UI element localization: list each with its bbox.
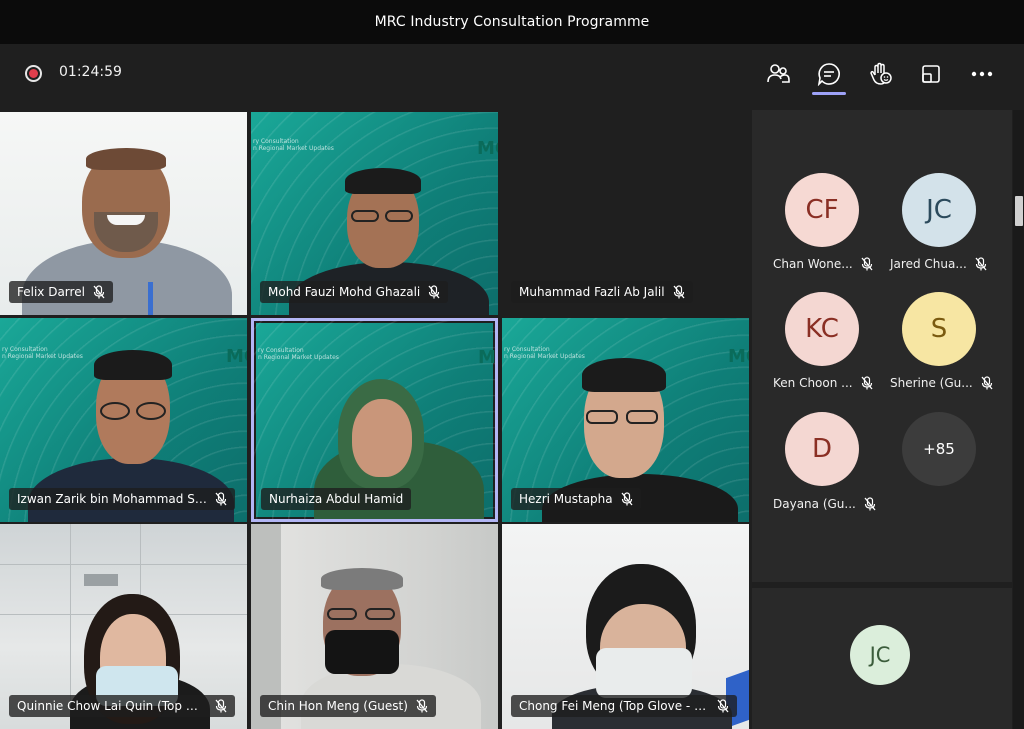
video-tile[interactable]: ry Consultation n Regional Market Updates… (502, 318, 749, 522)
participant-name-tag: Quinnie Chow Lai Quin (Top Gl... (9, 695, 235, 717)
participant-name: Hezri Mustapha (519, 492, 613, 506)
video-grid: Felix Darrel ry Consultation n Regional M… (0, 110, 752, 729)
chat-active-indicator (812, 92, 846, 95)
mic-muted-icon (981, 376, 993, 390)
mic-muted-icon (215, 492, 227, 506)
avatar-label: Chan Wone... (773, 257, 873, 271)
mic-muted-icon (673, 285, 685, 299)
participant-name-tag: Felix Darrel (9, 281, 113, 303)
background-caption: ry Consultation n Regional Market Updates (258, 347, 339, 361)
mic-muted-icon (416, 699, 428, 713)
participant-avatar[interactable]: CF (785, 173, 859, 247)
mic-muted-icon (975, 257, 987, 271)
participant-name-tag: Hezri Mustapha (511, 488, 641, 510)
video-tile[interactable]: Muhammad Fazli Ab Jalil (502, 112, 749, 315)
avatar-label: Dayana (Gu... (773, 497, 876, 511)
chat-icon[interactable] (815, 60, 843, 88)
raise-hand-icon[interactable] (866, 60, 894, 88)
video-tile[interactable]: ry Consultation n Regional Market Updates… (251, 112, 498, 315)
participant-name: Quinnie Chow Lai Quin (Top Gl... (17, 699, 207, 713)
more-participants-count: +85 (923, 440, 955, 458)
mic-muted-icon (215, 699, 227, 713)
video-tile-active-speaker[interactable]: ry Consultation n Regional Market Updates… (251, 318, 498, 522)
mic-muted-icon (93, 285, 105, 299)
avatar-label: Sherine (Gu... (890, 376, 993, 390)
background-brand-mark: MC (226, 346, 247, 367)
participant-name-tag: Muhammad Fazli Ab Jalil (511, 281, 693, 303)
participant-name: Nurhaiza Abdul Hamid (269, 492, 404, 506)
share-tray-icon[interactable] (917, 60, 945, 88)
mic-muted-icon (861, 376, 873, 390)
more-icon[interactable] (968, 60, 996, 88)
mic-muted-icon (428, 285, 440, 299)
mic-muted-icon (621, 492, 633, 506)
avatar-label: Jared Chua... (890, 257, 987, 271)
participant-name-tag: Mohd Fauzi Mohd Ghazali (260, 281, 449, 303)
participant-name: Felix Darrel (17, 285, 85, 299)
participant-avatar[interactable]: S (902, 292, 976, 366)
participant-avatar[interactable]: KC (785, 292, 859, 366)
self-view[interactable]: JC (752, 588, 1012, 729)
video-tile[interactable]: Felix Darrel (0, 112, 247, 315)
more-participants-button[interactable]: +85 (902, 412, 976, 486)
avatar-initials: S (930, 314, 948, 344)
self-avatar: JC (850, 625, 910, 685)
avatar-initials: D (811, 434, 833, 464)
scrollbar-thumb[interactable] (1015, 196, 1023, 226)
background-caption: ry Consultation n Regional Market Updates (504, 346, 585, 360)
video-tile[interactable]: ry Consultation n Regional Market Updates… (0, 318, 247, 522)
participant-name: Muhammad Fazli Ab Jalil (519, 285, 665, 299)
background-brand-mark: MC (477, 138, 498, 159)
background-caption: ry Consultation n Regional Market Updates (253, 138, 334, 152)
participant-name-tag: Nurhaiza Abdul Hamid (261, 488, 412, 510)
people-icon[interactable] (764, 60, 792, 88)
avatar-initials: JC (869, 643, 891, 667)
window-title: MRC Industry Consultation Programme (374, 14, 650, 30)
participant-avatar[interactable]: D (785, 412, 859, 486)
recording-icon (25, 65, 42, 82)
mic-muted-icon (864, 497, 876, 511)
avatar-initials: CF (805, 195, 839, 225)
participant-name-tag: Chong Fei Meng (Top Glove - F... (511, 695, 737, 717)
mic-muted-icon (861, 257, 873, 271)
video-tile[interactable]: Quinnie Chow Lai Quin (Top Gl... (0, 524, 247, 729)
avatar-label: Ken Choon ... (773, 376, 873, 390)
participant-name-tag: Izwan Zarik bin Mohammad Sa... (9, 488, 235, 510)
avatar-initials: KC (805, 314, 839, 344)
meeting-timer: 01:24:59 (59, 64, 122, 80)
avatar-initials: JC (926, 195, 952, 225)
participant-name: Chin Hon Meng (Guest) (268, 699, 408, 713)
participant-name: Mohd Fauzi Mohd Ghazali (268, 285, 421, 299)
background-brand-mark: MC (728, 346, 749, 367)
background-brand-mark: MC (478, 347, 496, 368)
video-tile[interactable]: Chong Fei Meng (Top Glove - F... (502, 524, 749, 729)
video-tile[interactable]: Chin Hon Meng (Guest) (251, 524, 498, 729)
mic-muted-icon (717, 699, 729, 713)
participant-name: Izwan Zarik bin Mohammad Sa... (17, 492, 207, 506)
window-title-bar: MRC Industry Consultation Programme (0, 0, 1024, 44)
background-caption: ry Consultation n Regional Market Updates (2, 346, 83, 360)
participant-name-tag: Chin Hon Meng (Guest) (260, 695, 436, 717)
participant-avatar[interactable]: JC (902, 173, 976, 247)
participant-name: Chong Fei Meng (Top Glove - F... (519, 699, 709, 713)
